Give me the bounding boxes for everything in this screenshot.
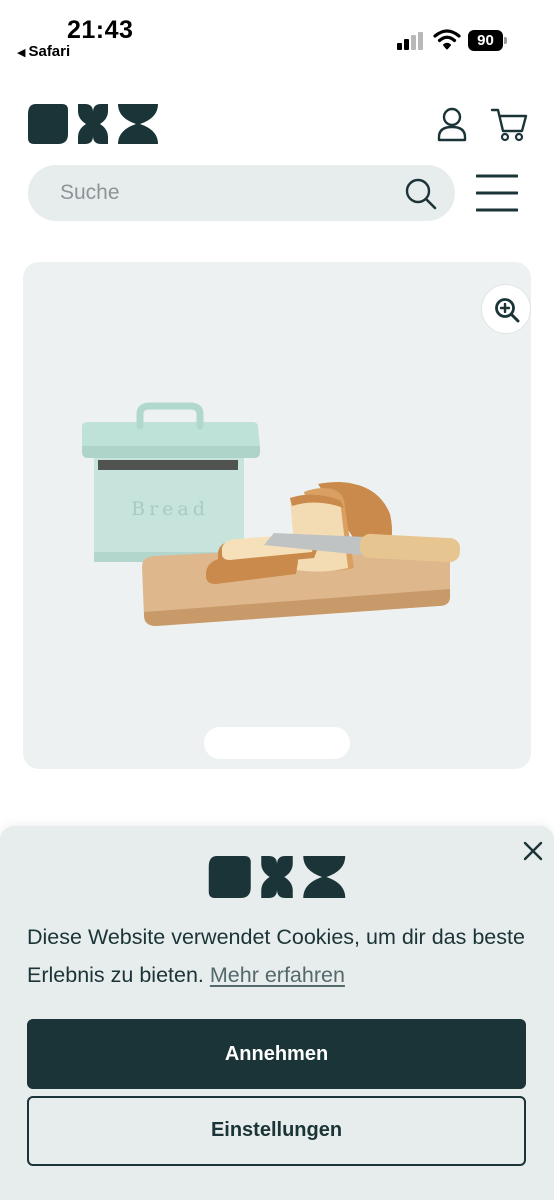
back-arrow-icon: ◀ [17,47,26,59]
cellular-signal-icon [397,32,425,50]
user-icon[interactable] [436,106,468,142]
status-time: 21:43 [67,16,134,44]
search-bar[interactable] [28,165,455,221]
cookie-message: Diese Website verwendet Cookies, um dir … [27,918,527,994]
bread-box: Bread [82,402,260,562]
battery-indicator: 90 [468,30,508,51]
close-icon[interactable] [520,838,546,864]
wifi-icon [433,29,461,50]
zoom-button[interactable] [481,284,531,334]
more-info-link[interactable]: Mehr erfahren [210,963,345,987]
cookie-brand-logo-icon [208,856,346,898]
brand-logo-icon[interactable] [28,104,158,144]
cart-icon[interactable] [490,106,528,142]
bread-box-lettering: Bread [131,498,209,520]
product-image-card[interactable]: Bread [23,262,531,769]
cookie-settings-button[interactable]: Einstellungen [27,1096,526,1166]
accept-cookies-button[interactable]: Annehmen [27,1019,526,1089]
product-image: Bread [82,402,461,626]
image-pager[interactable] [204,727,350,759]
zoom-in-icon [495,298,520,323]
search-input[interactable] [60,179,390,207]
battery-level: 90 [468,30,503,51]
hamburger-menu-icon[interactable] [476,172,518,214]
cookie-banner: Diese Website verwendet Cookies, um dir … [0,826,554,1200]
search-icon[interactable] [404,177,438,211]
back-to-app[interactable]: ◀ Safari [17,43,70,60]
back-app-label: Safari [28,43,71,60]
status-bar: 21:43 ◀ Safari 90 [0,0,554,70]
